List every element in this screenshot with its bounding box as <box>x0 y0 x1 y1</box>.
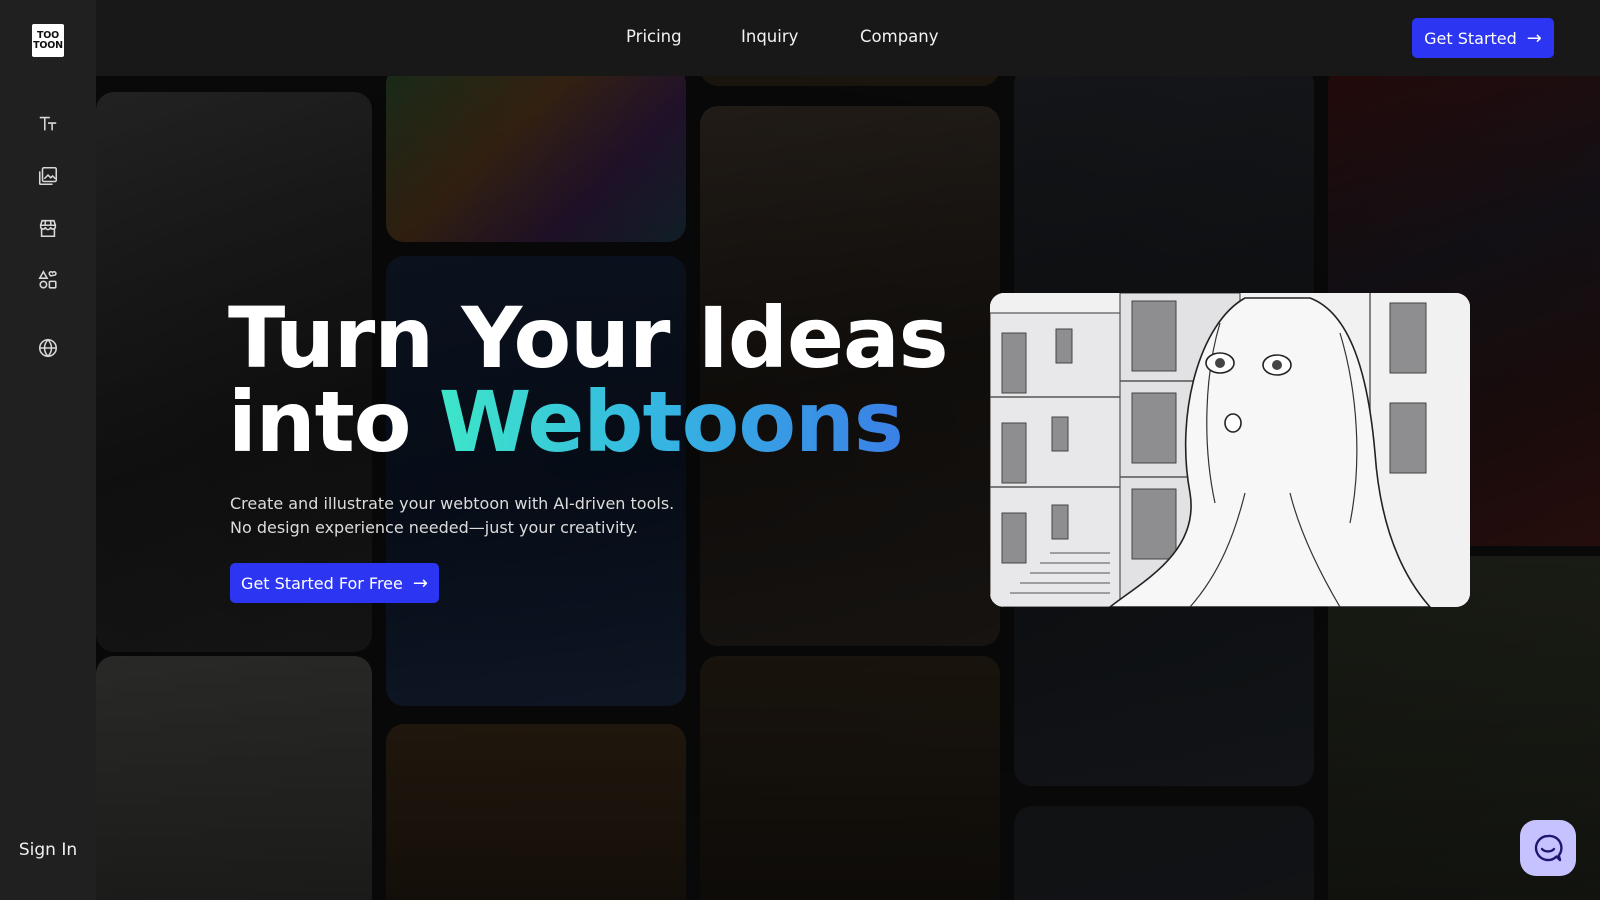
shapes-icon <box>38 270 57 289</box>
nav-link-company[interactable]: Company <box>860 27 939 46</box>
tootoon-logo[interactable]: TOO TOON <box>32 24 64 57</box>
store-button[interactable] <box>34 214 62 242</box>
featured-illustration <box>990 293 1470 607</box>
manga-illustration-image <box>990 293 1470 607</box>
assets-button[interactable] <box>34 266 62 294</box>
chat-support-button[interactable] <box>1520 820 1576 876</box>
text-tool-button[interactable] <box>34 110 62 138</box>
hero-subtitle-line-1: Create and illustrate your webtoon with … <box>230 494 675 513</box>
gallery-icon <box>38 166 58 186</box>
nav-link-inquiry[interactable]: Inquiry <box>741 27 798 46</box>
get-started-label: Get Started <box>1424 28 1517 48</box>
hero-subtitle-line-2: No design experience needed—just your cr… <box>230 518 638 537</box>
arrow-right-icon: → <box>412 572 428 594</box>
get-started-free-label: Get Started For Free <box>241 573 403 593</box>
globe-icon <box>38 338 58 358</box>
get-started-free-button[interactable]: Get Started For Free → <box>230 563 439 603</box>
chat-icon <box>1534 834 1563 862</box>
text-icon <box>39 116 57 131</box>
logo-line-2: TOON <box>33 40 63 51</box>
sidebar: TOO TOON Sign In <box>0 0 96 900</box>
arrow-right-icon: → <box>1526 27 1542 49</box>
hero-title-line-2-plain: into <box>228 373 439 471</box>
store-icon <box>39 219 57 238</box>
gallery-button[interactable] <box>34 162 62 190</box>
get-started-button[interactable]: Get Started → <box>1412 18 1554 58</box>
top-nav: Pricing Inquiry Company Get Started → <box>96 0 1600 76</box>
language-button[interactable] <box>34 334 62 362</box>
hero-title: Turn Your Ideas into Webtoons <box>228 296 949 464</box>
nav-link-pricing[interactable]: Pricing <box>626 27 682 46</box>
hero-title-accent: Webtoons <box>438 373 904 471</box>
hero-subtitle: Create and illustrate your webtoon with … <box>230 492 674 540</box>
sign-in-link[interactable]: Sign In <box>0 840 96 860</box>
